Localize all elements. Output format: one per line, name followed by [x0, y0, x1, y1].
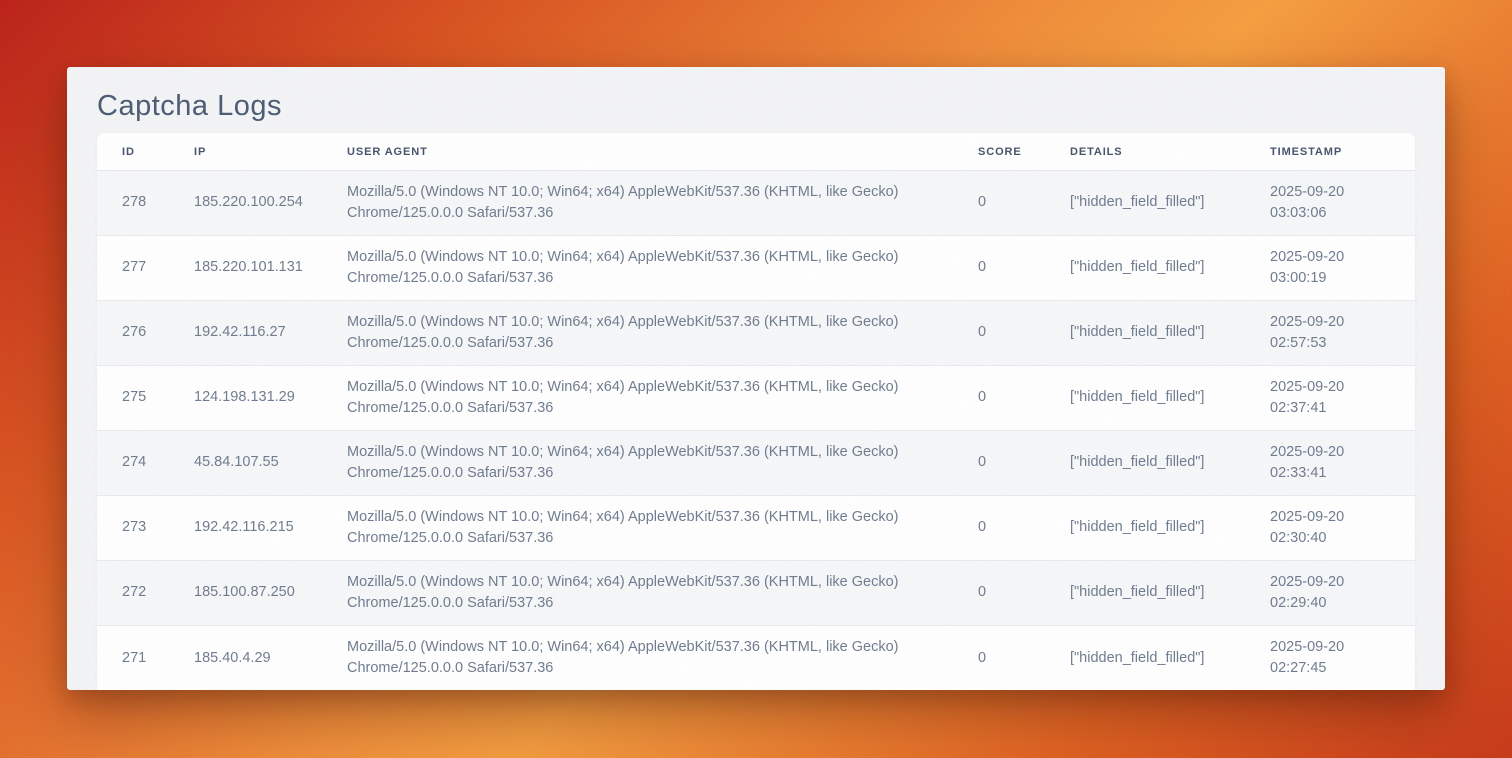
cell-timestamp: 2025-09-20 02:29:40 — [1270, 561, 1415, 626]
table-row: 277 185.220.101.131 Mozilla/5.0 (Windows… — [97, 236, 1415, 301]
cell-details: ["hidden_field_filled"] — [1070, 236, 1270, 301]
cell-user-agent: Mozilla/5.0 (Windows NT 10.0; Win64; x64… — [347, 301, 978, 366]
column-header-ip: IP — [194, 133, 347, 171]
cell-ip: 192.42.116.27 — [194, 301, 347, 366]
cell-ip: 45.84.107.55 — [194, 431, 347, 496]
cell-timestamp: 2025-09-20 03:00:19 — [1270, 236, 1415, 301]
cell-timestamp: 2025-09-20 02:27:45 — [1270, 626, 1415, 691]
page-title: Captcha Logs — [97, 85, 1415, 127]
cell-details: ["hidden_field_filled"] — [1070, 366, 1270, 431]
column-header-details: DETAILS — [1070, 133, 1270, 171]
cell-ip: 185.220.100.254 — [194, 171, 347, 236]
cell-id: 275 — [97, 366, 194, 431]
table-row: 278 185.220.100.254 Mozilla/5.0 (Windows… — [97, 171, 1415, 236]
cell-id: 272 — [97, 561, 194, 626]
table-row: 273 192.42.116.215 Mozilla/5.0 (Windows … — [97, 496, 1415, 561]
cell-details: ["hidden_field_filled"] — [1070, 171, 1270, 236]
cell-user-agent: Mozilla/5.0 (Windows NT 10.0; Win64; x64… — [347, 496, 978, 561]
cell-id: 273 — [97, 496, 194, 561]
column-header-timestamp: TIMESTAMP — [1270, 133, 1415, 171]
cell-score: 0 — [978, 236, 1070, 301]
app-background: { "page": { "title": "Captcha Logs" }, "… — [0, 0, 1512, 758]
cell-score: 0 — [978, 171, 1070, 236]
cell-details: ["hidden_field_filled"] — [1070, 561, 1270, 626]
cell-user-agent: Mozilla/5.0 (Windows NT 10.0; Win64; x64… — [347, 561, 978, 626]
cell-id: 274 — [97, 431, 194, 496]
cell-user-agent: Mozilla/5.0 (Windows NT 10.0; Win64; x64… — [347, 236, 978, 301]
cell-timestamp: 2025-09-20 02:57:53 — [1270, 301, 1415, 366]
cell-details: ["hidden_field_filled"] — [1070, 626, 1270, 691]
cell-id: 271 — [97, 626, 194, 691]
cell-score: 0 — [978, 561, 1070, 626]
cell-ip: 124.198.131.29 — [194, 366, 347, 431]
cell-timestamp: 2025-09-20 03:03:06 — [1270, 171, 1415, 236]
cell-ip: 185.220.101.131 — [194, 236, 347, 301]
captcha-logs-table: ID IP USER AGENT SCORE DETAILS TIMESTAMP… — [97, 133, 1415, 690]
cell-user-agent: Mozilla/5.0 (Windows NT 10.0; Win64; x64… — [347, 626, 978, 691]
cell-user-agent: Mozilla/5.0 (Windows NT 10.0; Win64; x64… — [347, 366, 978, 431]
column-header-id: ID — [97, 133, 194, 171]
cell-timestamp: 2025-09-20 02:30:40 — [1270, 496, 1415, 561]
cell-details: ["hidden_field_filled"] — [1070, 496, 1270, 561]
table-row: 272 185.100.87.250 Mozilla/5.0 (Windows … — [97, 561, 1415, 626]
cell-user-agent: Mozilla/5.0 (Windows NT 10.0; Win64; x64… — [347, 431, 978, 496]
cell-id: 276 — [97, 301, 194, 366]
cell-ip: 185.40.4.29 — [194, 626, 347, 691]
table-row: 275 124.198.131.29 Mozilla/5.0 (Windows … — [97, 366, 1415, 431]
cell-id: 278 — [97, 171, 194, 236]
cell-score: 0 — [978, 366, 1070, 431]
table-row: 274 45.84.107.55 Mozilla/5.0 (Windows NT… — [97, 431, 1415, 496]
table-row: 271 185.40.4.29 Mozilla/5.0 (Windows NT … — [97, 626, 1415, 691]
captcha-logs-card: Captcha Logs ID IP USER AGENT SCORE DETA… — [67, 67, 1445, 690]
table-row: 276 192.42.116.27 Mozilla/5.0 (Windows N… — [97, 301, 1415, 366]
cell-details: ["hidden_field_filled"] — [1070, 301, 1270, 366]
logs-table-container: ID IP USER AGENT SCORE DETAILS TIMESTAMP… — [97, 133, 1415, 690]
cell-user-agent: Mozilla/5.0 (Windows NT 10.0; Win64; x64… — [347, 171, 978, 236]
column-header-user-agent: USER AGENT — [347, 133, 978, 171]
column-header-score: SCORE — [978, 133, 1070, 171]
cell-details: ["hidden_field_filled"] — [1070, 431, 1270, 496]
cell-timestamp: 2025-09-20 02:33:41 — [1270, 431, 1415, 496]
cell-score: 0 — [978, 496, 1070, 561]
cell-score: 0 — [978, 431, 1070, 496]
cell-ip: 185.100.87.250 — [194, 561, 347, 626]
cell-score: 0 — [978, 626, 1070, 691]
cell-id: 277 — [97, 236, 194, 301]
cell-ip: 192.42.116.215 — [194, 496, 347, 561]
cell-score: 0 — [978, 301, 1070, 366]
cell-timestamp: 2025-09-20 02:37:41 — [1270, 366, 1415, 431]
table-header-row: ID IP USER AGENT SCORE DETAILS TIMESTAMP — [97, 133, 1415, 171]
